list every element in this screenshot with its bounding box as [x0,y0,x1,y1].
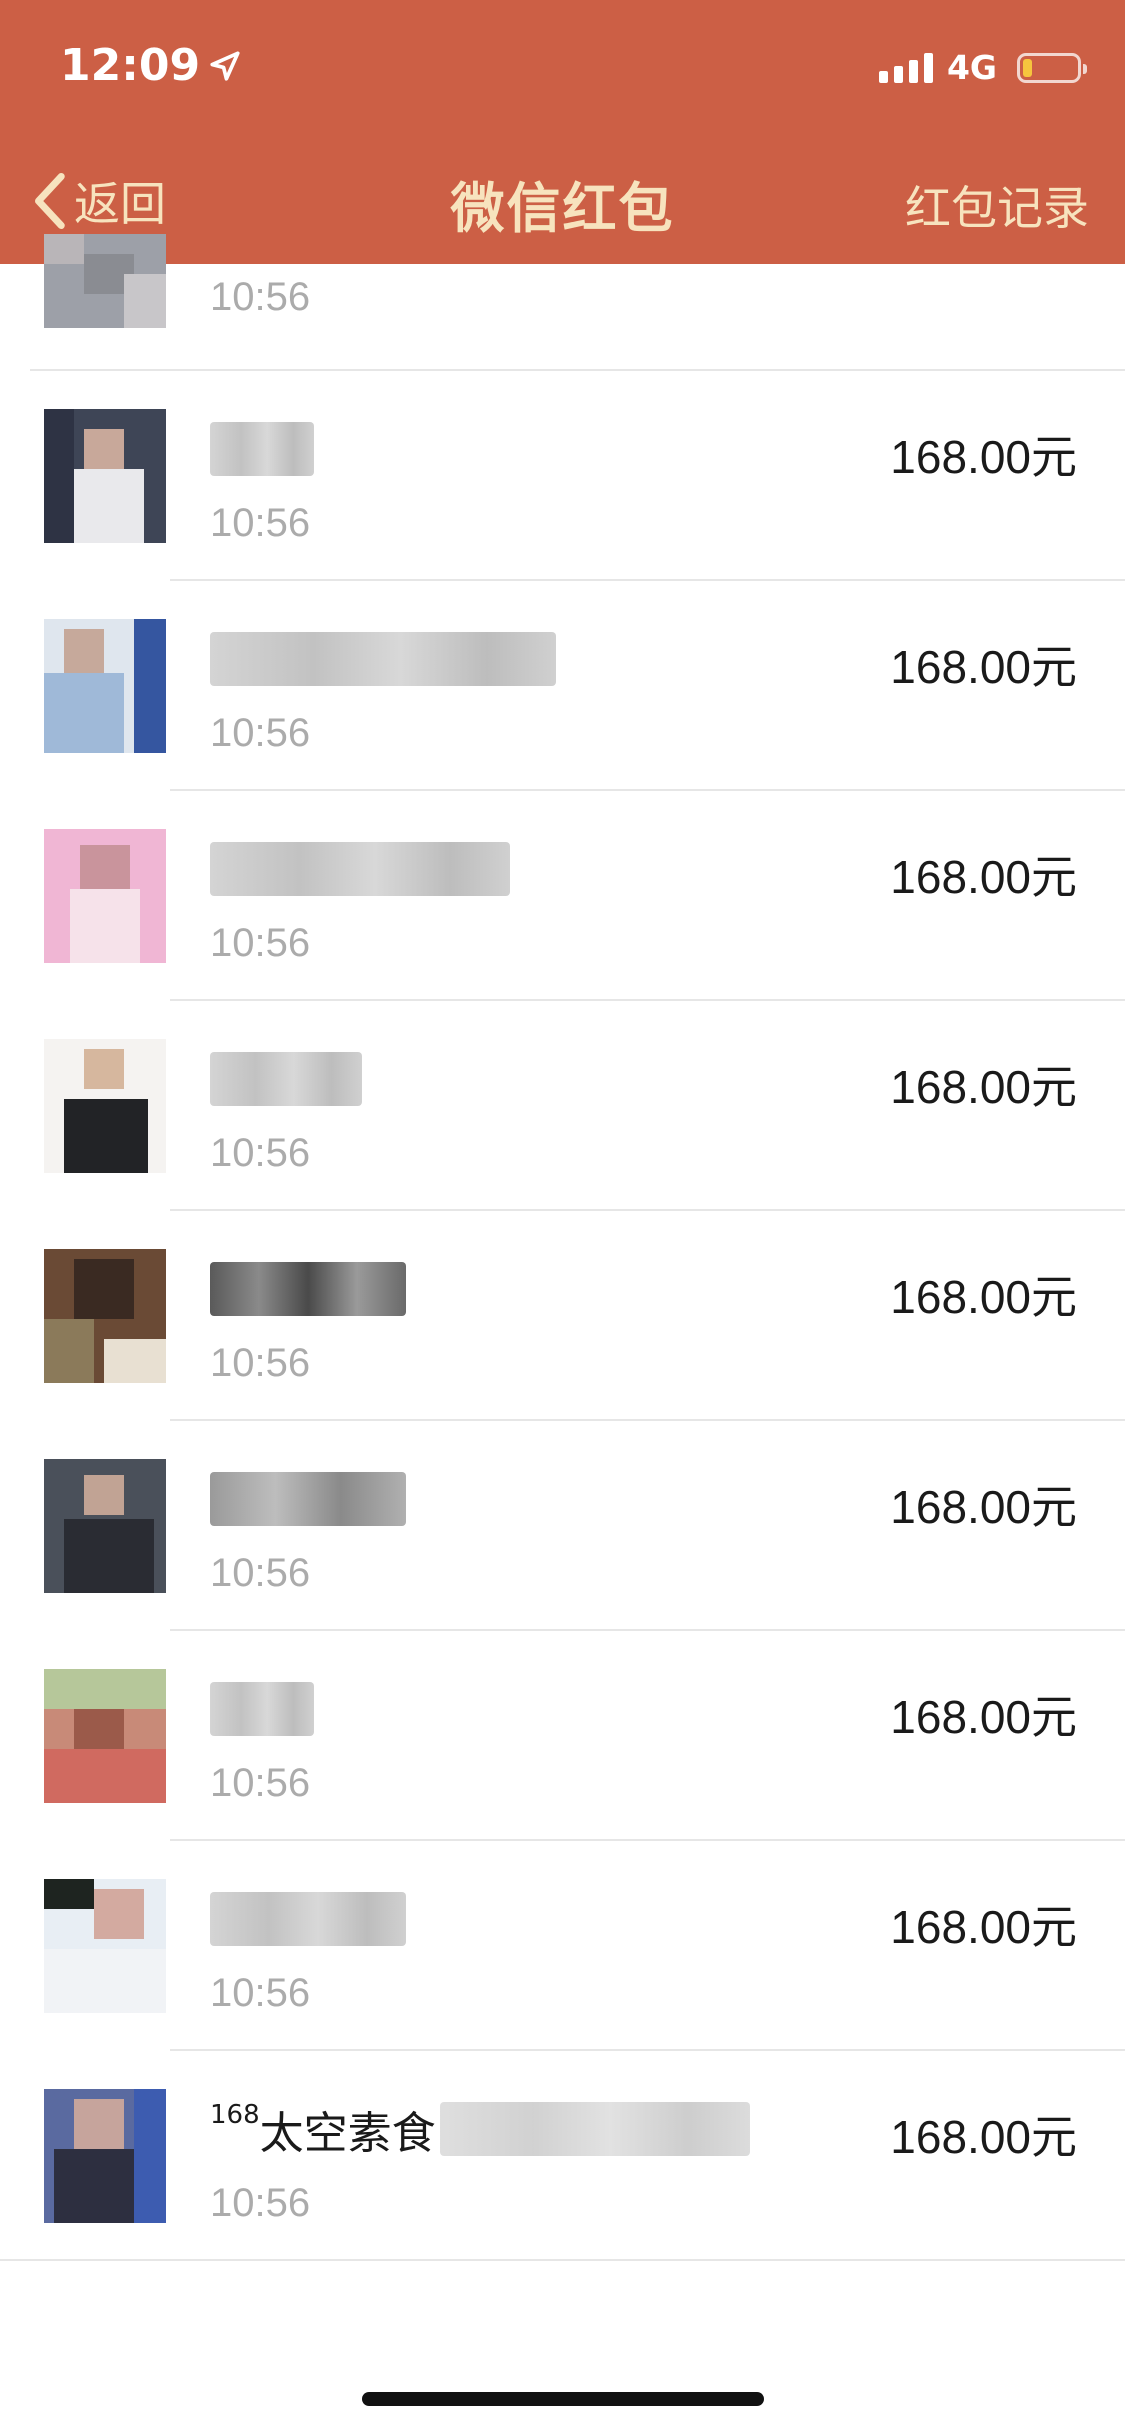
red-packet-records-button[interactable]: 红包记录 [905,172,1089,238]
sender-name [210,1679,314,1739]
list-item[interactable]: 10:56 168.00元 [0,1211,1125,1421]
avatar [44,1459,166,1593]
status-time: 12:09 [60,40,242,91]
avatar [44,829,166,963]
sender-name [210,629,556,689]
time-label: 10:56 [210,1341,311,1385]
location-arrow-icon [210,50,240,81]
sender-name-superscript: 168 [210,2100,260,2130]
home-indicator[interactable] [362,2392,764,2406]
list-item[interactable]: 10:56 168.00元 [0,1841,1125,2051]
amount-label: 168.00元 [890,1271,1077,1323]
time-label: 10:56 [210,711,311,755]
time-label: 10:56 [210,921,311,965]
list-item[interactable]: 10:56 168.00元 [0,1001,1125,1211]
sender-name [210,839,510,899]
amount-label: 168.00元 [890,1901,1077,1953]
sender-name [210,419,314,479]
time-label: 10:56 [210,501,311,545]
status-time-text: 12:09 [60,40,201,91]
list-item[interactable]: 10:56 [0,234,1125,371]
avatar [44,1039,166,1173]
time-label: 10:56 [210,1131,311,1175]
amount-label: 168.00元 [890,2111,1077,2163]
list-item[interactable]: 10:56 168.00元 [0,581,1125,791]
list-item[interactable]: 10:56 168.00元 [0,371,1125,581]
avatar [44,234,166,328]
header-bar: 12:09 4G 返回 微信红包 红包记录 [0,0,1125,264]
avatar [44,409,166,543]
amount-label: 168.00元 [890,1691,1077,1743]
time-label: 10:56 [210,2181,311,2225]
list-item[interactable]: 168 太空素食 10:56 168.00元 [0,2051,1125,2261]
time-label: 10:56 [210,275,311,319]
sender-name [210,1889,406,1949]
avatar [44,1669,166,1803]
time-label: 10:56 [210,1971,311,2015]
amount-label: 168.00元 [890,641,1077,693]
sender-name: 168 太空素食 [210,2099,750,2159]
amount-label: 168.00元 [890,1481,1077,1533]
red-packet-list: 10:56 10:56 168.00元 10:56 168.00元 10:56 [0,234,1125,2261]
amount-label: 168.00元 [890,1061,1077,1113]
time-label: 10:56 [210,1761,311,1805]
sender-name [210,1049,362,1109]
sender-name [210,1469,406,1529]
status-indicators: 4G [878,48,1087,87]
amount-label: 168.00元 [890,431,1077,483]
avatar [44,1249,166,1383]
avatar [44,1879,166,2013]
amount-label: 168.00元 [890,851,1077,903]
network-type: 4G [946,48,997,87]
list-item[interactable]: 10:56 168.00元 [0,1631,1125,1841]
navigation-bar: 返回 微信红包 红包记录 [0,150,1125,246]
time-label: 10:56 [210,1551,311,1595]
sender-name [210,1259,406,1319]
battery-icon [1017,52,1087,83]
signal-icon [878,52,933,83]
list-item[interactable]: 10:56 168.00元 [0,791,1125,1001]
avatar [44,619,166,753]
list-item[interactable]: 10:56 168.00元 [0,1421,1125,1631]
sender-name-text: 太空素食 [259,2108,436,2159]
avatar [44,2089,166,2223]
